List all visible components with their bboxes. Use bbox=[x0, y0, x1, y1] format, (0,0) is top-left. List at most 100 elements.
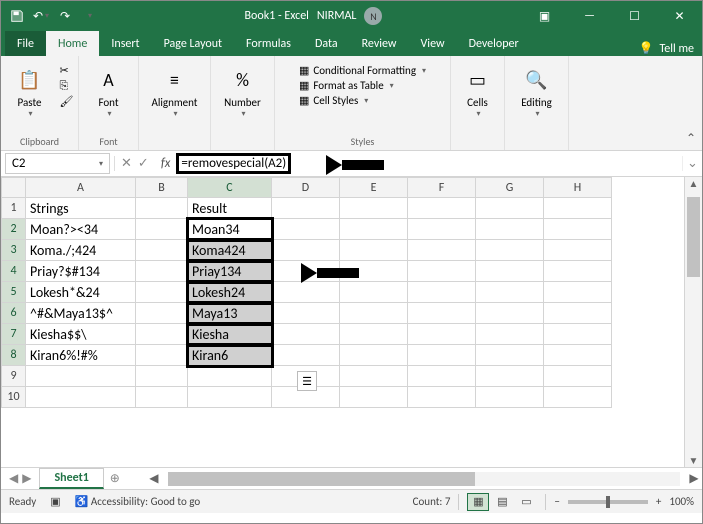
cell-G2[interactable] bbox=[476, 219, 544, 240]
name-box[interactable]: C2▾ bbox=[5, 153, 110, 174]
cell-C5[interactable]: Lokesh24 bbox=[188, 282, 272, 303]
quick-analysis-icon[interactable]: ☰ bbox=[297, 371, 317, 391]
enter-formula-icon[interactable]: ✓ bbox=[138, 156, 149, 171]
row-header-3[interactable]: 3 bbox=[2, 240, 26, 261]
cell-D2[interactable] bbox=[272, 219, 340, 240]
cell-G7[interactable] bbox=[476, 324, 544, 345]
cell-C3[interactable]: Koma424 bbox=[188, 240, 272, 261]
cell-E1[interactable] bbox=[340, 198, 408, 219]
cell-styles-button[interactable]: ▦Cell Styles▾ bbox=[299, 94, 426, 107]
cell-D8[interactable] bbox=[272, 345, 340, 366]
cell-F8[interactable] bbox=[408, 345, 476, 366]
cell-F3[interactable] bbox=[408, 240, 476, 261]
cells-button[interactable]: ▭Cells▾ bbox=[454, 64, 502, 119]
zoom-slider[interactable] bbox=[568, 500, 648, 504]
tab-developer[interactable]: Developer bbox=[457, 31, 531, 56]
cell-E6[interactable] bbox=[340, 303, 408, 324]
save-icon[interactable] bbox=[7, 6, 27, 26]
cell-C7[interactable]: Kiesha bbox=[188, 324, 272, 345]
tab-file[interactable]: File bbox=[5, 31, 46, 56]
cell-D5[interactable] bbox=[272, 282, 340, 303]
sheet-nav-next-icon[interactable]: ▶ bbox=[22, 471, 31, 486]
row-header-4[interactable]: 4 bbox=[2, 261, 26, 282]
cell-G9[interactable] bbox=[476, 366, 544, 387]
row-header-9[interactable]: 9 bbox=[2, 366, 26, 387]
close-button[interactable]: ✕ bbox=[657, 1, 702, 31]
number-button[interactable]: %Number▾ bbox=[219, 64, 267, 119]
cell-A10[interactable] bbox=[26, 387, 136, 408]
cell-B8[interactable] bbox=[136, 345, 188, 366]
cell-E5[interactable] bbox=[340, 282, 408, 303]
tab-home[interactable]: Home bbox=[46, 31, 99, 56]
cell-A8[interactable]: Kiran6%!#% bbox=[26, 345, 136, 366]
cell-H8[interactable] bbox=[544, 345, 612, 366]
cell-A9[interactable] bbox=[26, 366, 136, 387]
cell-E3[interactable] bbox=[340, 240, 408, 261]
cell-H10[interactable] bbox=[544, 387, 612, 408]
cell-H5[interactable] bbox=[544, 282, 612, 303]
cell-B7[interactable] bbox=[136, 324, 188, 345]
cell-H9[interactable] bbox=[544, 366, 612, 387]
tab-insert[interactable]: Insert bbox=[99, 31, 151, 56]
vertical-scrollbar[interactable]: ▲ ▼ bbox=[684, 177, 702, 467]
cell-A2[interactable]: Moan?><34 bbox=[26, 219, 136, 240]
view-normal-button[interactable]: ▦ bbox=[467, 493, 489, 511]
row-header-5[interactable]: 5 bbox=[2, 282, 26, 303]
cell-E7[interactable] bbox=[340, 324, 408, 345]
cell-F2[interactable] bbox=[408, 219, 476, 240]
cell-F7[interactable] bbox=[408, 324, 476, 345]
row-header-10[interactable]: 10 bbox=[2, 387, 26, 408]
cell-B5[interactable] bbox=[136, 282, 188, 303]
cell-C1[interactable]: Result bbox=[188, 198, 272, 219]
maximize-button[interactable]: ☐ bbox=[612, 1, 657, 31]
view-page-layout-button[interactable]: ▤ bbox=[491, 493, 513, 511]
col-header-A[interactable]: A bbox=[26, 178, 136, 198]
col-header-C[interactable]: C bbox=[188, 178, 272, 198]
cut-icon[interactable]: ✂ bbox=[60, 64, 74, 77]
cell-H7[interactable] bbox=[544, 324, 612, 345]
col-header-D[interactable]: D bbox=[272, 178, 340, 198]
cell-E10[interactable] bbox=[340, 387, 408, 408]
zoom-in-button[interactable]: + bbox=[656, 495, 661, 508]
format-painter-icon[interactable]: 🖌 bbox=[60, 95, 74, 108]
fx-icon[interactable]: fx bbox=[155, 156, 177, 171]
cell-A7[interactable]: Kiesha$$\ bbox=[26, 324, 136, 345]
col-header-H[interactable]: H bbox=[544, 178, 612, 198]
cell-C10[interactable] bbox=[188, 387, 272, 408]
alignment-button[interactable]: ≡Alignment▾ bbox=[151, 64, 199, 119]
editing-button[interactable]: 🔍Editing▾ bbox=[513, 64, 561, 119]
formula-bar[interactable]: =removespecial(A2) bbox=[181, 156, 286, 171]
copy-icon[interactable]: ⎘ bbox=[60, 79, 74, 93]
macro-record-icon[interactable]: ▣ bbox=[50, 495, 60, 508]
user-avatar[interactable]: N bbox=[364, 7, 382, 25]
cell-G10[interactable] bbox=[476, 387, 544, 408]
status-accessibility[interactable]: ♿ Accessibility: Good to go bbox=[75, 495, 200, 508]
cell-D6[interactable] bbox=[272, 303, 340, 324]
view-page-break-button[interactable]: ▭ bbox=[515, 493, 537, 511]
select-all-corner[interactable] bbox=[2, 178, 26, 198]
tab-review[interactable]: Review bbox=[350, 31, 409, 56]
cell-G6[interactable] bbox=[476, 303, 544, 324]
tab-view[interactable]: View bbox=[409, 31, 457, 56]
cell-G3[interactable] bbox=[476, 240, 544, 261]
conditional-formatting-button[interactable]: ▦Conditional Formatting▾ bbox=[299, 64, 426, 77]
cell-G8[interactable] bbox=[476, 345, 544, 366]
col-header-B[interactable]: B bbox=[136, 178, 188, 198]
cell-F9[interactable] bbox=[408, 366, 476, 387]
row-header-1[interactable]: 1 bbox=[2, 198, 26, 219]
tab-data[interactable]: Data bbox=[303, 31, 350, 56]
cell-E9[interactable] bbox=[340, 366, 408, 387]
cell-G1[interactable] bbox=[476, 198, 544, 219]
zoom-level[interactable]: 100% bbox=[669, 495, 694, 508]
ribbon-display-options-button[interactable]: ▣ bbox=[522, 1, 567, 31]
new-sheet-button[interactable]: ⊕ bbox=[104, 471, 126, 486]
collapse-ribbon-icon[interactable]: ⌃ bbox=[686, 131, 696, 146]
cell-G4[interactable] bbox=[476, 261, 544, 282]
row-header-2[interactable]: 2 bbox=[2, 219, 26, 240]
cell-D7[interactable] bbox=[272, 324, 340, 345]
cell-H3[interactable] bbox=[544, 240, 612, 261]
row-header-6[interactable]: 6 bbox=[2, 303, 26, 324]
cell-B2[interactable] bbox=[136, 219, 188, 240]
format-as-table-button[interactable]: ▦Format as Table▾ bbox=[299, 79, 426, 92]
tab-page-layout[interactable]: Page Layout bbox=[152, 31, 234, 56]
